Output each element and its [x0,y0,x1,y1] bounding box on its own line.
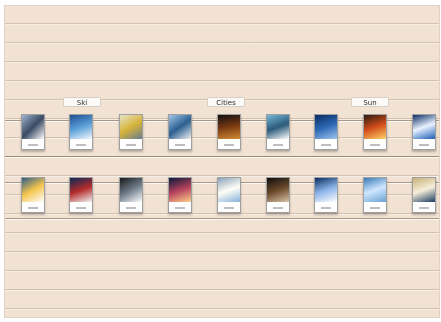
top-rail-lower [5,156,439,157]
brochure-bottom-2[interactable] [69,177,93,213]
section-label-ski: Ski [63,97,101,107]
brochure-bottom-9[interactable] [412,177,436,213]
brochure-bottom-1[interactable] [21,177,45,213]
brochure-bottom-7[interactable] [314,177,338,213]
section-label-cities: Cities [207,97,245,107]
brochure-top-4[interactable] [168,114,192,150]
brochure-top-7[interactable] [314,114,338,150]
brochure-wall: Ski Cities Sun [4,5,440,318]
brochure-bottom-5[interactable] [217,177,241,213]
brochure-bottom-3[interactable] [119,177,143,213]
brochure-top-3[interactable] [119,114,143,150]
brochure-top-6[interactable] [266,114,290,150]
brochure-top-1[interactable] [21,114,45,150]
brochure-top-5[interactable] [217,114,241,150]
bottom-rail-lower [5,218,439,219]
brochure-top-9[interactable] [412,114,436,150]
brochure-bottom-4[interactable] [168,177,192,213]
brochure-bottom-8[interactable] [363,177,387,213]
brochure-top-2[interactable] [69,114,93,150]
brochure-top-8[interactable] [363,114,387,150]
section-label-sun: Sun [351,97,389,107]
slatwall-texture [5,6,439,317]
brochure-bottom-6[interactable] [266,177,290,213]
